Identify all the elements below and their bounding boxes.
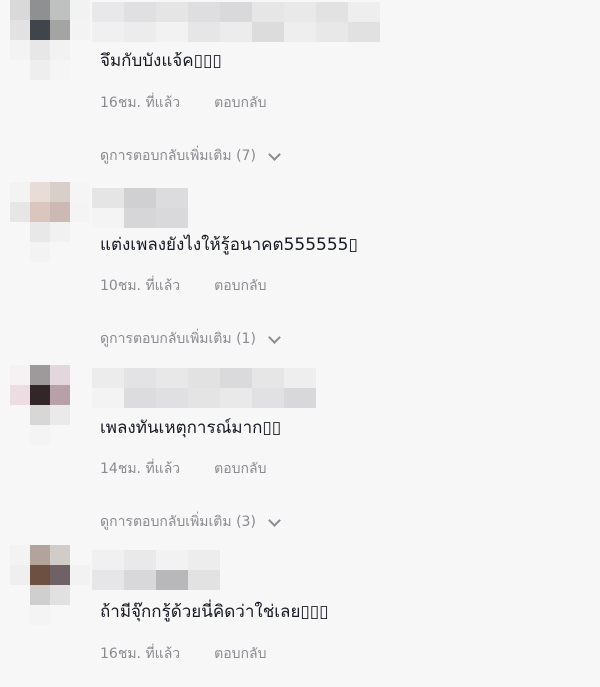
username[interactable]	[92, 2, 380, 42]
comment-meta: 16ชม. ที่แล้ว ตอบกลับ	[100, 92, 266, 114]
username[interactable]	[92, 368, 316, 408]
reply-button[interactable]: ตอบกลับ	[214, 643, 266, 665]
reply-button[interactable]: ตอบกลับ	[214, 458, 266, 480]
avatar[interactable]	[10, 182, 90, 262]
timestamp: 14ชม. ที่แล้ว	[100, 461, 181, 477]
comment-meta: 10ชม. ที่แล้ว ตอบกลับ	[100, 275, 266, 297]
comment-text: แต่งเพลงยังไงให้รู้อนาคต555555▯	[100, 235, 358, 255]
reply-button[interactable]: ตอบกลับ	[214, 92, 266, 114]
chevron-down-icon	[268, 513, 281, 527]
chevron-down-icon	[268, 330, 281, 344]
view-more-replies-label: ดูการตอบกลับเพิ่มเติม (1)	[100, 331, 256, 347]
avatar[interactable]	[10, 365, 90, 445]
username[interactable]	[92, 550, 220, 590]
comment-meta: 14ชม. ที่แล้ว ตอบกลับ	[100, 458, 266, 480]
view-more-replies-label: ดูการตอบกลับเพิ่มเติม (3)	[100, 514, 256, 530]
comment-text: เพลงทันเหตุการณ์มาก▯▯	[100, 418, 282, 438]
avatar[interactable]	[10, 545, 90, 625]
avatar[interactable]	[10, 0, 90, 80]
view-more-replies-button[interactable]: ดูการตอบกลับเพิ่มเติม (7)	[100, 145, 281, 167]
reply-button[interactable]: ตอบกลับ	[214, 275, 266, 297]
chevron-down-icon	[268, 147, 281, 161]
comment-meta: 16ชม. ที่แล้ว ตอบกลับ	[100, 643, 266, 665]
view-more-replies-button[interactable]: ดูการตอบกลับเพิ่มเติม (3)	[100, 511, 281, 533]
view-more-replies-button[interactable]: ดูการตอบกลับเพิ่มเติม (1)	[100, 328, 281, 350]
comment-text: ถ้ามีจุ๊กกรู้ด้วยนี่คิดว่าใช่เลย▯▯▯	[100, 602, 329, 622]
view-more-replies-label: ดูการตอบกลับเพิ่มเติม (7)	[100, 148, 256, 164]
username[interactable]	[92, 188, 188, 228]
timestamp: 16ชม. ที่แล้ว	[100, 646, 181, 662]
comment-text: จึมกับบังแจ้ค▯▯▯	[100, 51, 222, 71]
timestamp: 16ชม. ที่แล้ว	[100, 95, 181, 111]
timestamp: 10ชม. ที่แล้ว	[100, 278, 181, 294]
